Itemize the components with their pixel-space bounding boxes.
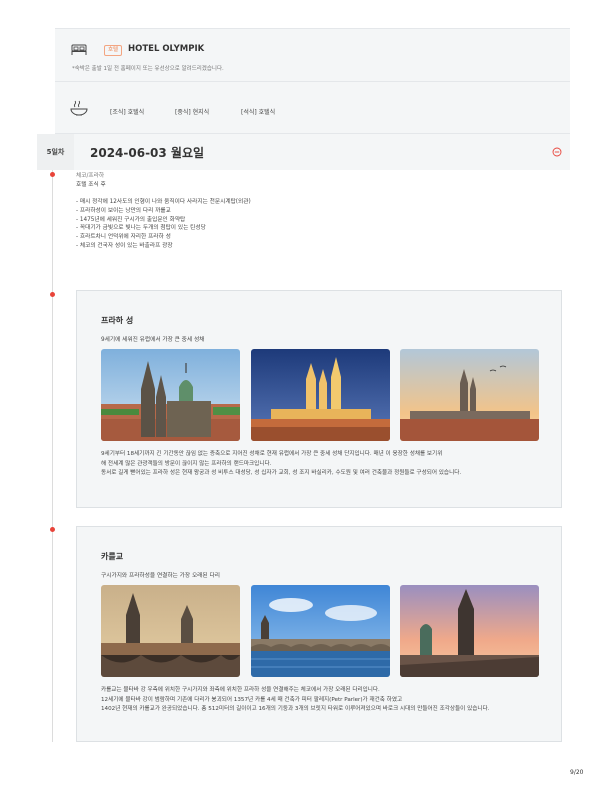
meal-breakfast: [조식] 호텔식: [110, 109, 145, 116]
card-title: 카를교: [101, 552, 124, 561]
card-desc-line: 동서로 길게 뻗어있는 프라하 성은 현재 왕궁과 성 비투스 대성당, 성 십…: [101, 470, 462, 477]
attraction-photo: [101, 349, 240, 441]
attraction-photo: [400, 349, 539, 441]
day-badge: 5일차: [37, 134, 74, 170]
card-title: 프라하 성: [101, 316, 134, 325]
attraction-photo: [101, 585, 240, 677]
meal-section: [조식] 호텔식 [중식] 현지식 [석식] 호텔식: [55, 82, 570, 134]
card-desc-line: 해 전세계 많은 관광객들의 방문이 끊이지 않는 프라하의 랜드마크입니다.: [101, 460, 272, 467]
schedule-city: 체코/프라하: [76, 173, 105, 179]
attraction-card-charles-bridge: 카를교 구시가지와 프라하성을 연결하는 가장 오래된 다리 카를교는 블타바 …: [76, 526, 562, 742]
page-number: 9/20: [570, 769, 584, 776]
timeline-dot: [50, 527, 55, 532]
card-description: 9세기부터 18세기까지 긴 기간동안 끊임 없는 증축으로 지어진 성채로 현…: [101, 450, 541, 479]
card-description: 카를교는 블타바 강 우측에 위치한 구시가지와 좌측에 위치한 프라하 성을 …: [101, 686, 541, 715]
schedule-bullet: - 체코의 건국자 성이 있는 바츨라프 광장: [76, 242, 173, 249]
meal-dinner: [석식] 호텔식: [241, 109, 276, 116]
hotel-section: 호텔 HOTEL OLYMPIK *숙박은 출발 1일 전 홈페이지 또는 유선…: [55, 28, 570, 82]
day-header: 5일차 2024-06-03 월요일: [37, 134, 570, 170]
attraction-photo: [251, 349, 390, 441]
hotel-note: *숙박은 출발 1일 전 홈페이지 또는 유선상으로 알려드리겠습니다.: [72, 66, 224, 72]
meal-bowl-icon: [70, 100, 88, 116]
schedule-bullet: - 매시 정각에 12사도의 인형이 나와 움직이다 사라지는 천문시계탑(외관…: [76, 199, 251, 206]
bed-icon: [71, 44, 87, 55]
card-desc-line: 카를교는 블타바 강 우측에 위치한 구시가지와 좌측에 위치한 프라하 성을 …: [101, 687, 380, 693]
hotel-name: HOTEL OLYMPIK: [128, 44, 205, 54]
card-desc-line: 9세기부터 18세기까지 긴 기간동안 끊임 없는 증축으로 지어진 성채로 현…: [101, 451, 443, 457]
schedule-bullet: - 1475년에 세워진 구시가의 출입문인 화약탑: [76, 216, 186, 223]
attraction-photo: [400, 585, 539, 677]
schedule-bullet: - 흐라트차니 언덕위에 자리한 프라하 성: [76, 233, 171, 240]
card-desc-line: 1402년 현재의 카를교가 완공되었습니다. 총 512미터의 길이이고 16…: [101, 706, 490, 713]
attraction-photo: [251, 585, 390, 677]
attraction-card-prague-castle: 프라하 성 9세기에 세워진 유럽에서 가장 큰 중세 성채 9세기부터 18세…: [76, 290, 562, 508]
timeline-dot: [50, 172, 55, 177]
schedule-bullet: - 꼭대기가 금빛으로 빛나는 두개의 첨탑이 있는 틴성당: [76, 225, 206, 232]
schedule-intro: 호텔 조식 후: [76, 181, 106, 188]
schedule-text: 체코/프라하 호텔 조식 후 - 매시 정각에 12사도의 인형이 나와 움직이…: [76, 172, 251, 250]
meal-lunch: [중식] 현지식: [175, 109, 210, 116]
schedule-bullet: - 프라하성이 보이는 낭만의 다리 까를교: [76, 207, 171, 214]
timeline-line: [52, 170, 53, 742]
hotel-tag-badge: 호텔: [104, 45, 123, 56]
collapse-icon[interactable]: [552, 147, 562, 157]
day-date: 2024-06-03 월요일: [90, 146, 205, 160]
card-subtitle: 9세기에 세워진 유럽에서 가장 큰 중세 성채: [101, 337, 205, 343]
timeline-dot: [50, 292, 55, 297]
card-desc-line: 12세기에 블타바 강이 범람하며 기존에 다리가 붕괴되어 1357년 카를 …: [101, 696, 403, 703]
card-subtitle: 구시가지와 프라하성을 연결하는 가장 오래된 다리: [101, 573, 220, 579]
